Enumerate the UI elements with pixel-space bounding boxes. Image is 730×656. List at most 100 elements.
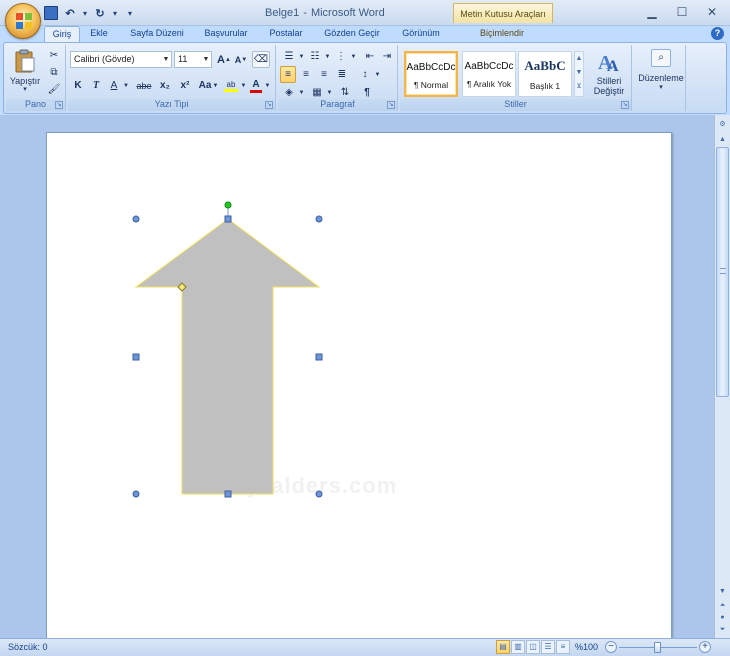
outline-view-icon[interactable]: ☰	[541, 640, 555, 654]
resize-handle-w[interactable]	[132, 353, 140, 361]
style-tile-no-spacing[interactable]: AaBbCcDc ¶ Aralık Yok	[462, 51, 516, 97]
clipboard-icon	[15, 49, 35, 73]
clipboard-launcher-icon[interactable]: ↘	[55, 101, 63, 109]
undo-dropdown-icon[interactable]: ▾	[82, 5, 88, 21]
customize-qat-icon[interactable]: ▾	[122, 5, 138, 21]
multilevel-list-icon[interactable]: ⋮	[332, 48, 350, 65]
change-styles-label-2: Değiştir	[593, 86, 625, 96]
vertical-scrollbar[interactable]: ⚙ ▲ ▼ ⏶ ● ⏷	[714, 115, 730, 638]
font-color-dropdown-icon[interactable]: ▼	[264, 77, 271, 94]
align-right-icon[interactable]: ≡	[316, 66, 332, 83]
justify-icon[interactable]: ≣	[334, 66, 350, 83]
redo-button[interactable]: ↻	[92, 5, 108, 21]
print-layout-view-icon[interactable]: ▤	[496, 640, 510, 654]
zoom-level[interactable]: %100	[575, 642, 598, 652]
document-workspace: dijitalders.com	[0, 115, 714, 652]
change-case-dropdown-icon[interactable]: ▼	[212, 77, 219, 94]
underline-button[interactable]: A	[106, 77, 122, 94]
tab-gozden-gecir[interactable]: Gözden Geçir	[318, 26, 386, 42]
style-tile-normal[interactable]: AaBbCcDc ¶ Normal	[404, 51, 458, 97]
close-button[interactable]: ✕	[698, 3, 726, 21]
tab-gorunum[interactable]: Görünüm	[396, 26, 446, 42]
strikethrough-button[interactable]: abe	[134, 77, 154, 94]
scroll-up-icon[interactable]: ▲	[716, 133, 729, 146]
font-color-button[interactable]: A	[248, 77, 264, 94]
help-icon[interactable]: ?	[711, 27, 724, 40]
resize-handle-se[interactable]	[315, 490, 323, 498]
zoom-in-button[interactable]: +	[699, 641, 711, 653]
gallery-down-icon[interactable]: ▼	[575, 66, 583, 80]
font-name-dropdown-icon[interactable]: ▼	[161, 52, 171, 67]
resize-handle-s[interactable]	[224, 490, 232, 498]
editing-button[interactable]: ⌕ Düzenleme ▾	[638, 47, 684, 97]
tab-bicimlendir[interactable]: Biçimlendir	[470, 26, 534, 42]
gallery-more-icon[interactable]: ⊻	[575, 80, 583, 94]
resize-handle-sw[interactable]	[132, 490, 140, 498]
tab-sayfa-duzeni[interactable]: Sayfa Düzeni	[124, 26, 190, 42]
zoom-out-button[interactable]: −	[605, 641, 617, 653]
resize-handle-ne[interactable]	[315, 215, 323, 223]
resize-handle-e[interactable]	[315, 353, 323, 361]
full-screen-reading-view-icon[interactable]: ▥	[511, 640, 525, 654]
style-tile-heading1[interactable]: AaBbC Başlık 1	[518, 51, 572, 97]
rotate-handle[interactable]	[224, 201, 232, 209]
font-size-dropdown-icon[interactable]: ▼	[201, 52, 211, 67]
change-styles-button[interactable]: A A Stilleri Değiştir	[590, 47, 628, 99]
tab-ekle[interactable]: Ekle	[84, 26, 114, 42]
maximize-button[interactable]: ☐	[668, 3, 696, 21]
arrow-shape-layer	[132, 201, 323, 498]
scroll-down-icon[interactable]: ▼	[716, 585, 729, 598]
line-spacing-dropdown-icon[interactable]: ▼	[374, 66, 381, 83]
bold-button[interactable]: K	[70, 77, 86, 94]
copy-icon[interactable]: ⧉	[46, 64, 62, 81]
line-spacing-icon[interactable]: ↕	[356, 66, 374, 83]
undo-button[interactable]: ↶	[62, 5, 78, 21]
grow-font-button[interactable]: A ▲	[216, 51, 232, 68]
gallery-up-icon[interactable]: ▲	[575, 52, 583, 66]
superscript-button[interactable]: x²	[176, 77, 194, 94]
clear-formatting-icon[interactable]: ⌫	[252, 51, 270, 68]
save-icon[interactable]	[44, 6, 58, 20]
highlight-button[interactable]: ab	[222, 77, 240, 94]
resize-handle-n[interactable]	[224, 215, 232, 223]
paste-button[interactable]: Yapıştır ▾	[9, 47, 41, 95]
tab-basvurular[interactable]: Başvurular	[198, 26, 254, 42]
font-launcher-icon[interactable]: ↘	[265, 101, 273, 109]
highlight-dropdown-icon[interactable]: ▼	[240, 77, 247, 94]
increase-indent-icon[interactable]: ⇥	[379, 48, 395, 65]
draft-view-icon[interactable]: ≡	[556, 640, 570, 654]
document-page[interactable]: dijitalders.com	[46, 132, 672, 652]
subscript-button[interactable]: x₂	[156, 77, 174, 94]
align-left-icon[interactable]: ≡	[280, 66, 296, 83]
word-count[interactable]: Sözcük: 0	[8, 642, 48, 652]
scroll-thumb[interactable]	[716, 147, 729, 397]
bullets-dropdown-icon[interactable]: ▼	[298, 48, 305, 65]
format-painter-icon[interactable]: 🖌	[46, 81, 62, 98]
minimize-button[interactable]: ▁	[638, 3, 666, 21]
redo-dropdown-icon[interactable]: ▾	[112, 5, 118, 21]
numbering-dropdown-icon[interactable]: ▼	[324, 48, 331, 65]
font-name-combo[interactable]: Calibri (Gövde) ▼	[70, 51, 172, 68]
shrink-font-button[interactable]: A ▼	[233, 51, 249, 68]
office-button[interactable]	[5, 3, 41, 39]
web-layout-view-icon[interactable]: ◫	[526, 640, 540, 654]
ruler-toggle-icon[interactable]: ⚙	[716, 118, 729, 131]
group-font: Calibri (Gövde) ▼ 11 ▼ A ▲ A ▼ ⌫ K T A ▼ a…	[68, 45, 276, 111]
tab-giris[interactable]: Giriş	[44, 26, 80, 43]
up-arrow-shape[interactable]	[134, 218, 321, 495]
next-page-icon[interactable]: ⏷	[716, 623, 729, 636]
decrease-indent-icon[interactable]: ⇤	[362, 48, 378, 65]
resize-handle-nw[interactable]	[132, 215, 140, 223]
italic-button[interactable]: T	[88, 77, 104, 94]
styles-launcher-icon[interactable]: ↘	[621, 101, 629, 109]
underline-dropdown-icon[interactable]: ▼	[122, 77, 130, 94]
zoom-slider-thumb[interactable]	[654, 642, 661, 653]
font-size-combo[interactable]: 11 ▼	[174, 51, 212, 68]
align-center-icon[interactable]: ≡	[298, 66, 314, 83]
cut-icon[interactable]: ✂	[46, 47, 62, 64]
numbering-icon[interactable]: ☷	[306, 48, 324, 65]
tab-postalar[interactable]: Postalar	[264, 26, 308, 42]
multilevel-dropdown-icon[interactable]: ▼	[350, 48, 357, 65]
paragraph-launcher-icon[interactable]: ↘	[387, 101, 395, 109]
bullets-icon[interactable]: ☰	[280, 48, 298, 65]
